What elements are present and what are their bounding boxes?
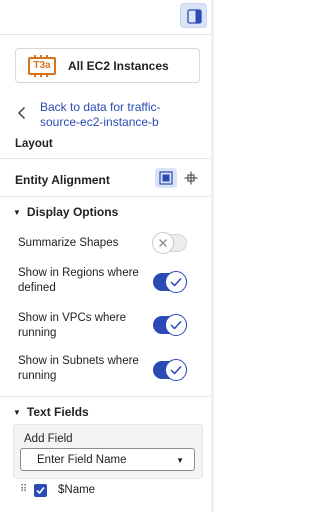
field-name-select[interactable]: Enter Field Name ▼ xyxy=(20,448,195,471)
toggle-knob xyxy=(165,359,187,381)
toggle-panel-button[interactable] xyxy=(180,3,207,28)
show-in-vpcs-toggle[interactable] xyxy=(153,314,187,336)
divider xyxy=(0,158,214,159)
check-icon xyxy=(36,486,45,495)
add-field-label: Add Field xyxy=(24,433,73,445)
divider xyxy=(0,34,214,35)
x-icon xyxy=(159,239,167,247)
instance-type-badge: T3a xyxy=(28,57,56,75)
caret-down-icon: ▼ xyxy=(13,408,21,417)
entity-alignment-label: Entity Alignment xyxy=(15,173,110,187)
display-options-header[interactable]: ▼ Display Options xyxy=(13,205,118,219)
caret-down-icon: ▼ xyxy=(13,208,21,217)
back-link[interactable]: Back to data for traffic-source-ec2-inst… xyxy=(17,100,207,132)
text-field-row: ⠿ $Name xyxy=(20,483,200,499)
option-label: Show in Subnets where running xyxy=(18,355,139,382)
toggle-knob xyxy=(152,232,174,254)
check-icon xyxy=(170,277,182,287)
check-icon xyxy=(170,365,182,375)
panel-right-icon xyxy=(187,9,202,24)
summarize-shapes-toggle[interactable] xyxy=(152,232,187,254)
instance-type-icon: T3a xyxy=(26,55,58,77)
scrollbar[interactable] xyxy=(211,0,214,512)
text-fields-title: Text Fields xyxy=(26,405,89,419)
divider xyxy=(0,196,214,197)
check-icon xyxy=(170,320,182,330)
layout-heading: Layout xyxy=(15,138,53,150)
toggle-knob xyxy=(165,271,187,293)
align-grid-button[interactable] xyxy=(155,168,177,188)
display-options-title: Display Options xyxy=(26,205,119,219)
entity-title: All EC2 Instances xyxy=(68,59,169,73)
option-label: Summarize Shapes xyxy=(18,237,119,249)
dropdown-arrow-icon: ▼ xyxy=(176,456,184,465)
align-grid-icon xyxy=(159,171,173,185)
chevron-left-icon xyxy=(17,106,26,120)
back-link-text[interactable]: Back to data for traffic-source-ec2-inst… xyxy=(40,100,200,130)
field-name: $Name xyxy=(58,484,96,496)
option-label: Show in VPCs where running xyxy=(18,312,127,339)
entity-card: T3a All EC2 Instances xyxy=(15,48,200,83)
show-in-regions-toggle[interactable] xyxy=(153,271,187,293)
drag-handle-icon[interactable]: ⠿ xyxy=(20,484,27,495)
field-name-placeholder: Enter Field Name xyxy=(37,454,127,466)
add-field-box: Add Field Enter Field Name ▼ xyxy=(13,424,203,479)
option-label: Show in Regions where defined xyxy=(18,267,139,294)
options-panel: T3a All EC2 Instances Back to data for t… xyxy=(0,0,214,512)
show-in-subnets-toggle[interactable] xyxy=(153,359,187,381)
crosshair-icon xyxy=(184,171,198,185)
divider xyxy=(0,396,214,397)
text-fields-header[interactable]: ▼ Text Fields xyxy=(13,405,89,419)
align-free-button[interactable] xyxy=(180,168,202,188)
field-checkbox[interactable] xyxy=(34,484,47,497)
toggle-knob xyxy=(165,314,187,336)
